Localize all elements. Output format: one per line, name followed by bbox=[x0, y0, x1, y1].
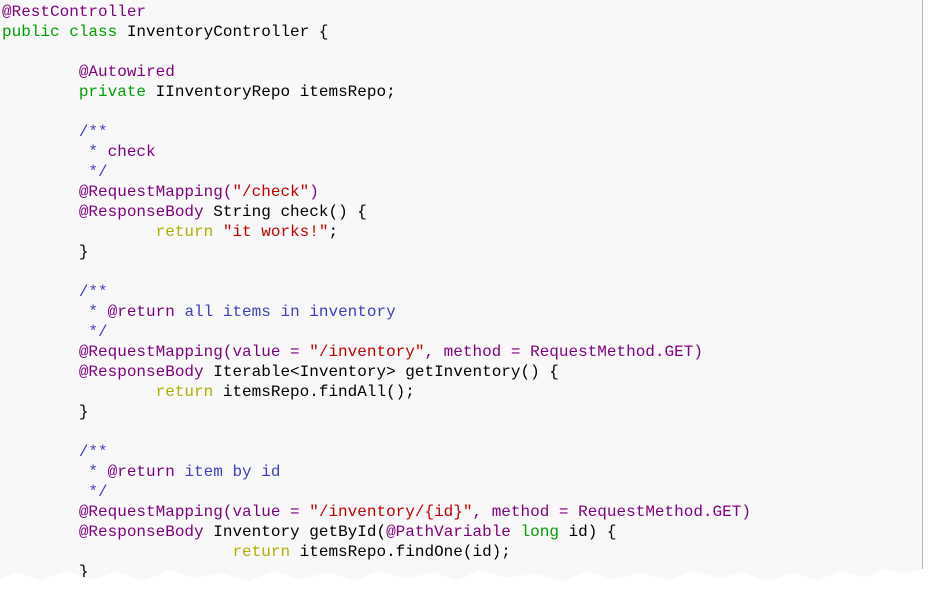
code-token: check bbox=[107, 143, 156, 161]
code-line: @ResponseBody Inventory getById(@PathVar… bbox=[2, 522, 751, 542]
code-token: return bbox=[2, 223, 214, 241]
code-token: , method = RequestMethod.GET) bbox=[424, 343, 703, 361]
code-token: long bbox=[520, 523, 559, 541]
code-token: , method = RequestMethod.GET) bbox=[472, 503, 751, 521]
code-token: all items in inventory bbox=[174, 303, 396, 321]
code-token: Inventory getById( bbox=[203, 523, 387, 541]
code-token: return bbox=[2, 383, 214, 401]
code-token: @RequestMapping(value = bbox=[2, 343, 310, 361]
code-token: id) { bbox=[558, 523, 617, 541]
code-token: String check() { bbox=[203, 203, 367, 221]
code-token: * bbox=[2, 463, 108, 481]
code-line: } bbox=[2, 562, 751, 581]
code-line: return "it works!"; bbox=[2, 222, 751, 242]
code-token: @ResponseBody bbox=[2, 363, 204, 381]
code-token: itemsRepo.findOne(id); bbox=[290, 543, 511, 561]
code-token: private bbox=[2, 83, 147, 101]
code-token: */ bbox=[2, 483, 108, 501]
code-token: ; bbox=[328, 223, 339, 241]
code-line: private IInventoryRepo itemsRepo; bbox=[2, 82, 751, 102]
code-line: return itemsRepo.findAll(); bbox=[2, 382, 751, 402]
code-token: } bbox=[2, 403, 89, 421]
code-token: "it works!" bbox=[222, 223, 329, 241]
code-token: "/inventory/{id}" bbox=[309, 503, 473, 521]
code-line: } bbox=[2, 402, 751, 422]
code-line: */ bbox=[2, 162, 751, 182]
code-token: public class bbox=[2, 23, 118, 41]
code-block: @RestController public class InventoryCon… bbox=[2, 2, 751, 581]
code-line: @ResponseBody String check() { bbox=[2, 202, 751, 222]
code-token: @return bbox=[107, 303, 175, 321]
code-token: /** bbox=[2, 123, 108, 141]
code-line: public class InventoryController { bbox=[2, 22, 751, 42]
code-token: @Autowired bbox=[2, 63, 175, 81]
code-token: * bbox=[2, 143, 108, 161]
code-token: } bbox=[2, 563, 89, 581]
code-token: @ResponseBody bbox=[2, 203, 204, 221]
code-line: @ResponseBody Iterable<Inventory> getInv… bbox=[2, 362, 751, 382]
code-line: @RequestMapping(value = "/inventory/{id}… bbox=[2, 502, 751, 522]
code-token: IInventoryRepo itemsRepo; bbox=[146, 83, 396, 101]
code-token: InventoryController { bbox=[117, 23, 329, 41]
code-token: @return bbox=[107, 463, 175, 481]
code-token: @RequestMapping( bbox=[2, 183, 233, 201]
code-snippet-paper: @RestController public class InventoryCon… bbox=[0, 0, 923, 582]
code-token: /** bbox=[2, 443, 108, 461]
code-token: @PathVariable bbox=[386, 523, 511, 541]
code-line: * check bbox=[2, 142, 751, 162]
code-line: return itemsRepo.findOne(id); bbox=[2, 542, 751, 562]
code-token: Iterable<Inventory> getInventory() { bbox=[203, 363, 559, 381]
code-token: @ResponseBody bbox=[2, 523, 204, 541]
code-line: * @return item by id bbox=[2, 462, 751, 482]
code-line: } bbox=[2, 242, 751, 262]
code-token: ) bbox=[309, 183, 319, 201]
code-line: @RestController bbox=[2, 2, 751, 22]
code-token: itemsRepo.findAll(); bbox=[213, 383, 415, 401]
code-line: */ bbox=[2, 322, 751, 342]
code-line: /** bbox=[2, 122, 751, 142]
code-line: @RequestMapping(value = "/inventory", me… bbox=[2, 342, 751, 362]
code-token: } bbox=[2, 243, 89, 261]
code-token: */ bbox=[2, 323, 108, 341]
code-line: * @return all items in inventory bbox=[2, 302, 751, 322]
code-token: */ bbox=[2, 163, 108, 181]
code-token: @RequestMapping(value = bbox=[2, 503, 310, 521]
code-line: /** bbox=[2, 442, 751, 462]
code-line: /** bbox=[2, 282, 751, 302]
code-token: "/inventory" bbox=[309, 343, 425, 361]
code-token: item by id bbox=[174, 463, 281, 481]
code-line: @RequestMapping("/check") bbox=[2, 182, 751, 202]
code-line: */ bbox=[2, 482, 751, 502]
code-token: /** bbox=[2, 283, 108, 301]
code-token: return bbox=[2, 543, 291, 561]
code-token: "/check" bbox=[232, 183, 310, 201]
code-token: @RestController bbox=[2, 3, 147, 21]
code-line: @Autowired bbox=[2, 62, 751, 82]
code-token: * bbox=[2, 303, 108, 321]
